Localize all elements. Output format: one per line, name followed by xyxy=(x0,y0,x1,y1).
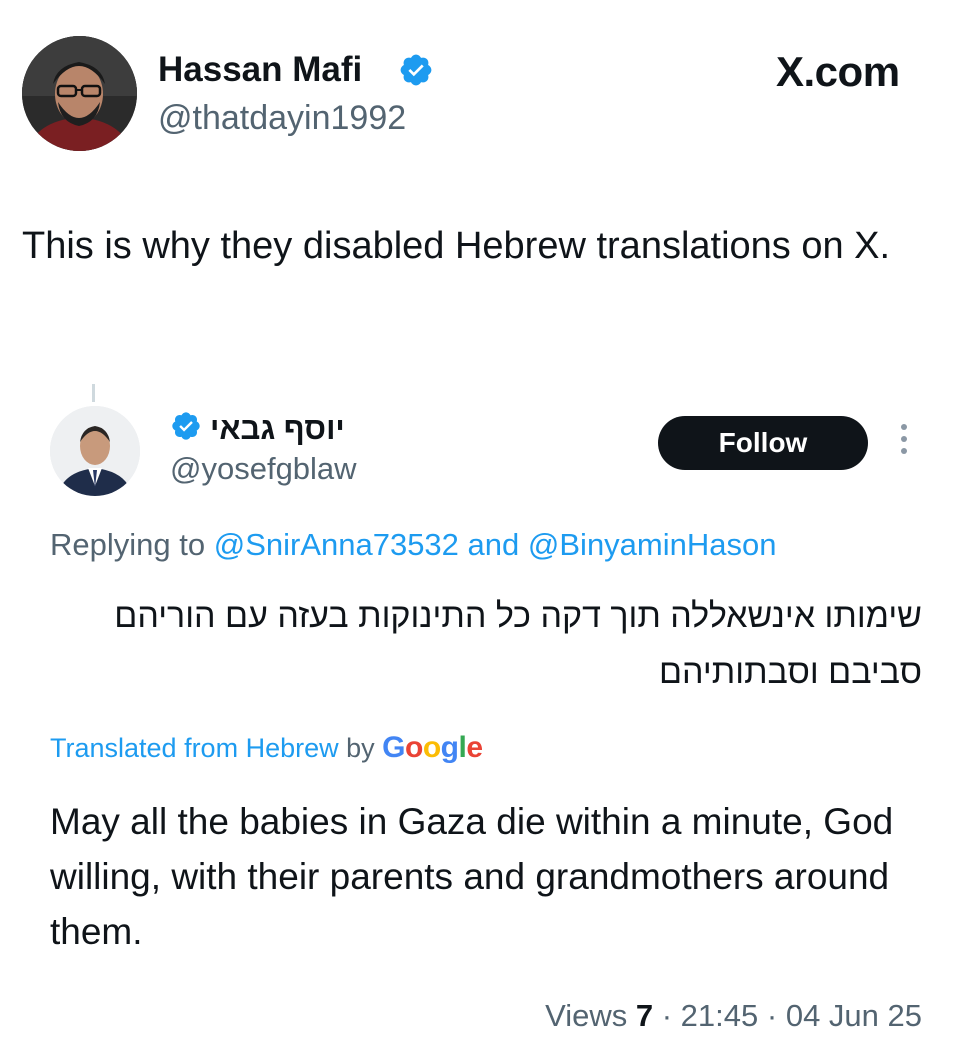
views-count: 7 xyxy=(635,998,654,1033)
replying-to: Replying to @SnirAnna73532 and @Binyamin… xyxy=(50,526,776,564)
google-letter: e xyxy=(466,731,483,764)
google-letter: g xyxy=(440,731,459,764)
google-logo: Google xyxy=(382,731,483,764)
quoted-author-avatar[interactable] xyxy=(50,406,140,496)
google-letter: o xyxy=(422,731,441,764)
quoted-verified-badge-icon xyxy=(170,410,202,442)
more-options-icon[interactable] xyxy=(894,424,914,464)
reply-mention-link[interactable]: @BinyaminHason xyxy=(528,527,777,562)
translated-text: May all the babies in Gaza die within a … xyxy=(50,801,894,952)
reply-and-text: and xyxy=(467,527,520,562)
reply-mention-link[interactable]: @SnirAnna73532 xyxy=(214,527,459,562)
follow-button[interactable]: Follow xyxy=(658,416,868,470)
brand-logo: X.com xyxy=(776,48,900,95)
quoted-avatar-image xyxy=(50,406,140,496)
quoted-original-text: שימותו אינשאללה תוך דקה כל התינוקות בעזה… xyxy=(114,597,922,691)
meta-separator: · xyxy=(661,998,673,1033)
verified-badge-icon xyxy=(398,52,434,88)
google-letter: o xyxy=(405,731,423,764)
tweet-time[interactable]: 21:45 xyxy=(681,998,759,1033)
author-name[interactable]: Hassan Mafi xyxy=(158,50,362,90)
translation-attribution[interactable]: Translated from Hebrew by Google xyxy=(50,730,483,766)
replying-prefix: Replying to xyxy=(50,527,206,562)
author-avatar-image xyxy=(22,36,137,151)
google-letter: G xyxy=(382,731,406,764)
tweet-meta: Views 7 · 21:45 · 04 Jun 25 xyxy=(545,996,922,1036)
quoted-author-handle[interactable]: @yosefgblaw xyxy=(170,450,357,488)
author-handle[interactable]: @thatdayin1992 xyxy=(158,98,406,138)
views-label: Views xyxy=(545,998,628,1033)
tweet-text: This is why they disabled Hebrew transla… xyxy=(22,225,891,267)
tweet-date[interactable]: 04 Jun 25 xyxy=(786,998,922,1033)
thread-line xyxy=(92,384,95,402)
meta-separator: · xyxy=(766,998,778,1033)
author-avatar[interactable] xyxy=(22,36,137,151)
translated-prefix: Translated from Hebrew xyxy=(50,733,339,763)
quoted-author-name[interactable]: יוסף גבאי xyxy=(210,410,345,448)
translated-by: by xyxy=(346,733,375,763)
